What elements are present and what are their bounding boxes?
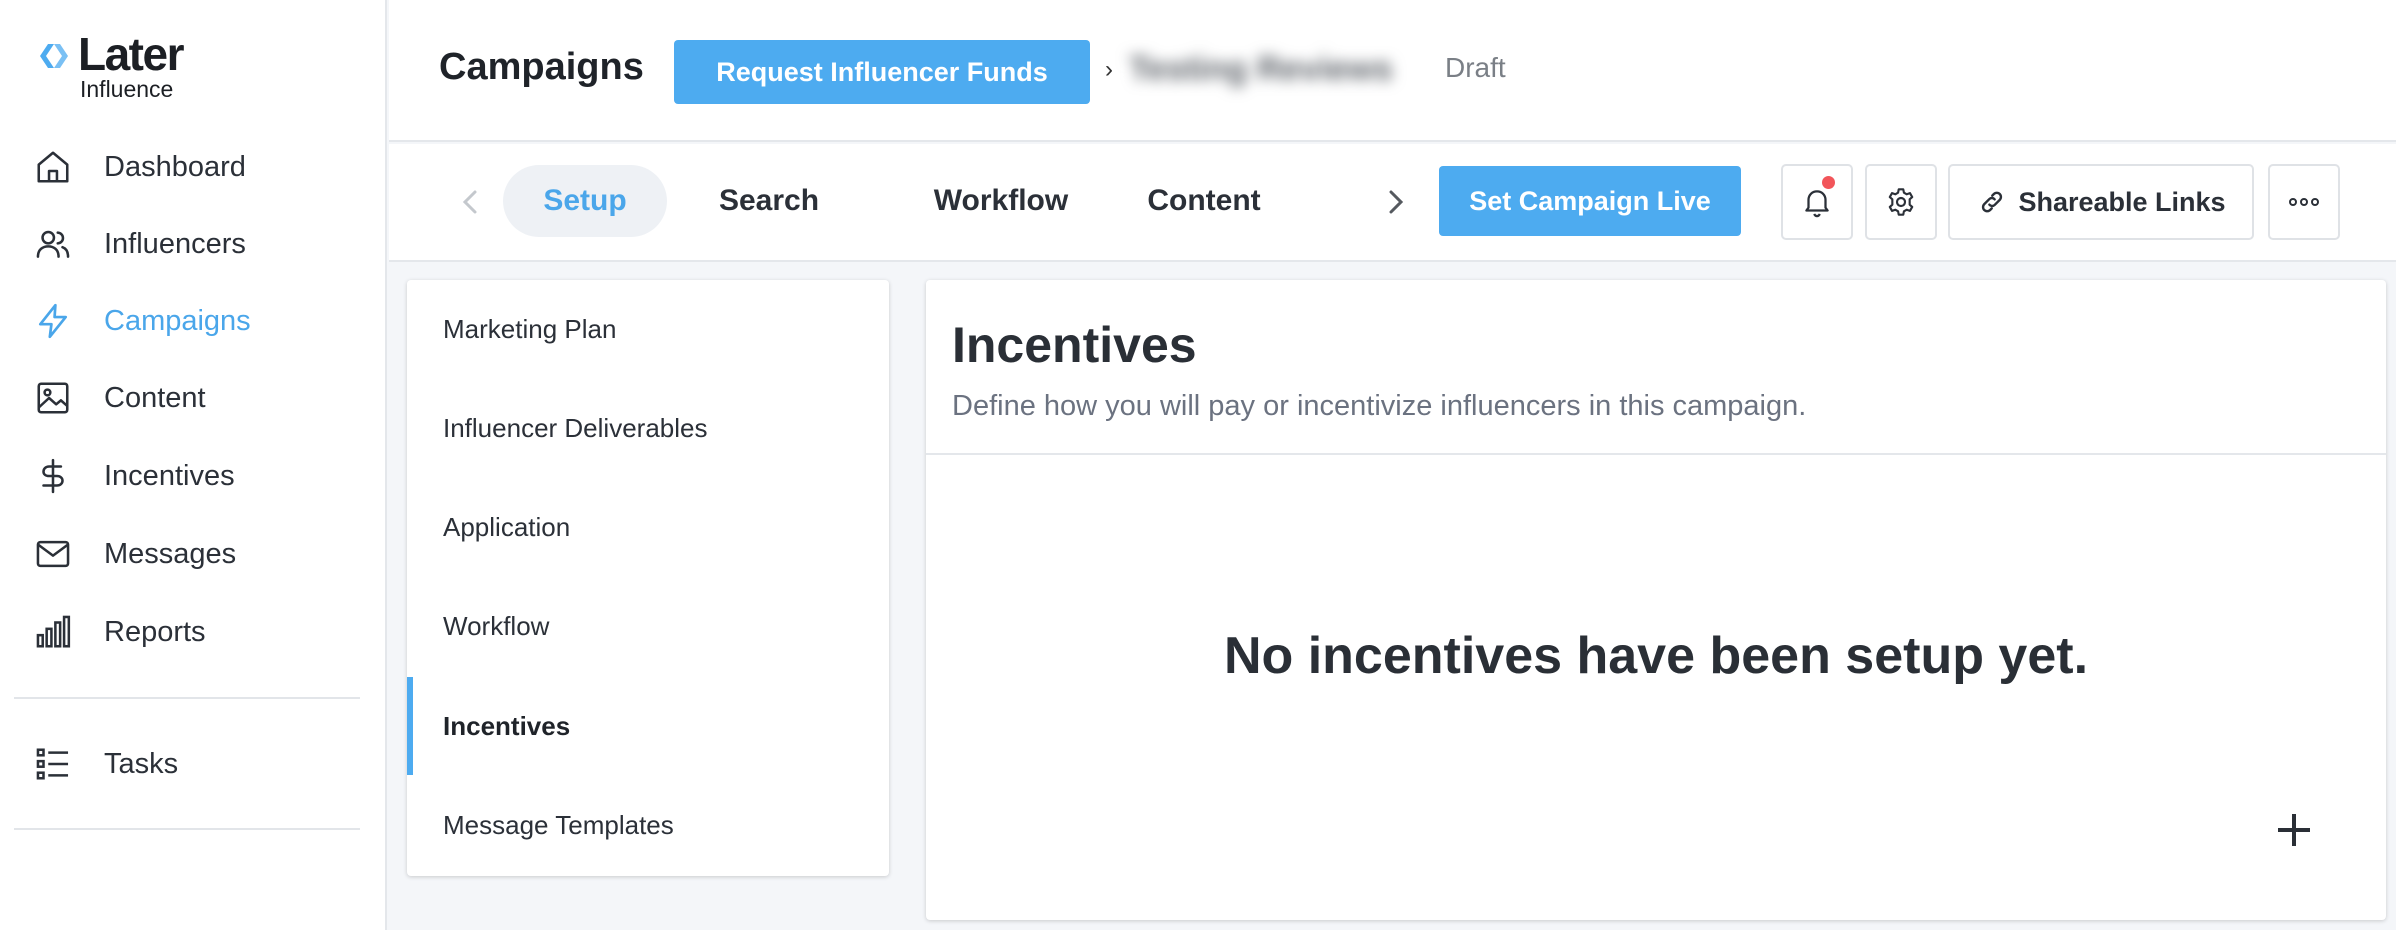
sidebar-item-label: Reports [104,615,206,648]
sidebar-item-label: Influencers [104,227,246,260]
subnav-item-message-templates[interactable]: Message Templates [407,776,889,874]
subnav-item-incentives[interactable]: Incentives [407,677,889,775]
sidebar-item-label: Content [104,381,206,414]
list-icon [34,745,72,783]
sidebar-divider [14,828,360,830]
home-icon [34,148,72,186]
set-campaign-live-button[interactable]: Set Campaign Live [1439,166,1741,236]
settings-button[interactable] [1865,164,1937,240]
sidebar-item-reports[interactable]: Reports [0,602,387,662]
add-incentive-button[interactable] [2264,800,2324,860]
sidebar-item-influencers[interactable]: Influencers [0,214,387,274]
subnav-item-marketing-plan[interactable]: Marketing Plan [407,280,889,378]
tab-workflow[interactable]: Workflow [909,165,1093,237]
sidebar-item-campaigns[interactable]: Campaigns [0,291,387,351]
tab-setup[interactable]: Setup [503,165,667,237]
mail-icon [34,535,72,573]
sidebar: Later Influence Dashboard Influencers Ca… [0,0,387,930]
subnav-item-workflow[interactable]: Workflow [407,577,889,675]
brand-sub: Influence [80,76,174,102]
sidebar-item-dashboard[interactable]: Dashboard [0,137,387,197]
sidebar-divider [14,697,360,699]
sidebar-item-label: Tasks [104,747,179,780]
page-title: Campaigns [439,46,644,88]
subnav-item-application[interactable]: Application [407,478,889,576]
link-icon [1982,191,2003,213]
sidebar-item-messages[interactable]: Messages [0,524,387,584]
sidebar-item-label: Dashboard [104,150,246,183]
panel-header: Incentives Define how you will pay or in… [926,280,2386,455]
empty-state-message: No incentives have been setup yet. [1223,627,2089,685]
sidebar-item-label: Campaigns [104,304,251,337]
tab-content[interactable]: Content [1119,165,1289,237]
panel-description: Define how you will pay or incentivize i… [952,390,1807,422]
users-icon [34,225,72,263]
brand-name: Later [78,28,184,80]
more-options-button[interactable] [2268,164,2340,240]
more-horizontal-icon [2289,198,2319,206]
sidebar-item-content[interactable]: Content [0,368,387,428]
image-icon [34,379,72,417]
bell-icon [1805,190,1829,218]
tab-scroll-left-icon[interactable] [455,182,485,222]
campaign-tabbar: Setup Search Workflow Content Set Campai… [389,144,2396,262]
dollar-icon [34,457,72,495]
breadcrumb-chevron-icon: › [1105,56,1113,83]
incentives-panel: Incentives Define how you will pay or in… [926,280,2386,920]
subnav-item-influencer-deliverables[interactable]: Influencer Deliverables [407,379,889,477]
diamond-logo-icon [40,44,68,68]
request-influencer-funds-button[interactable]: Request Influencer Funds [674,40,1090,104]
notification-dot [1822,176,1835,189]
panel-title: Incentives [952,317,1197,373]
sidebar-item-label: Messages [104,537,237,570]
plus-icon [2278,814,2310,846]
lightning-icon [34,302,72,340]
tab-search[interactable]: Search [689,165,849,237]
notifications-button[interactable] [1781,164,1853,240]
breadcrumb-campaign-name[interactable]: Testing Reviews [1129,50,1393,89]
bar-chart-icon [34,613,72,651]
campaign-status: Draft [1445,52,1506,83]
sidebar-item-label: Incentives [104,459,235,492]
sidebar-item-incentives[interactable]: Incentives [0,446,387,506]
sidebar-item-tasks[interactable]: Tasks [0,734,387,794]
gear-icon [1888,188,1914,216]
page-header: Campaigns Request Influencer Funds › Tes… [389,0,2396,142]
tab-scroll-right-icon[interactable] [1381,182,1411,222]
setup-subnav: Marketing Plan Influencer Deliverables A… [407,280,889,876]
shareable-links-button[interactable]: Shareable Links [1948,164,2254,240]
shareable-links-label: Shareable Links [2018,186,2226,217]
